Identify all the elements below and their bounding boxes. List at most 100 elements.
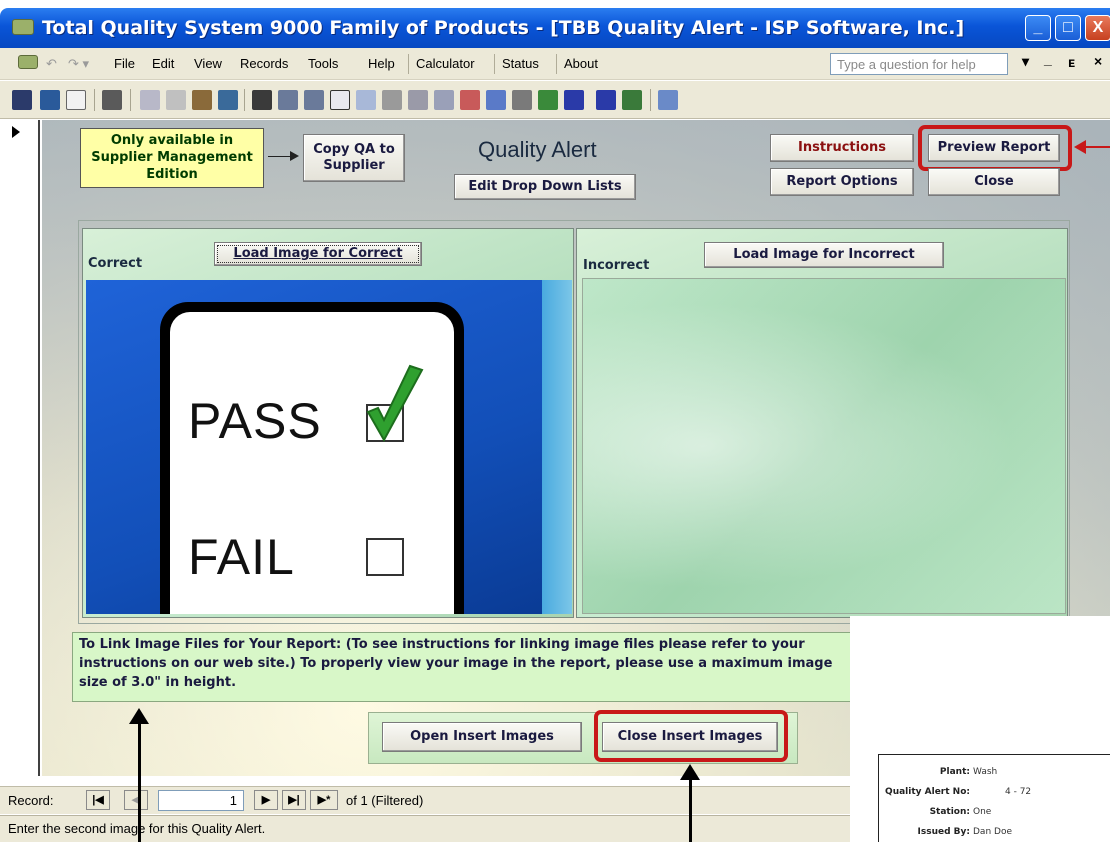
undo-icon[interactable]: ↶	[46, 56, 57, 72]
pass-fail-sign: PASS FAIL	[160, 302, 464, 614]
incorrect-image[interactable]	[582, 278, 1066, 614]
toolbar	[0, 81, 1110, 119]
pass-text: PASS	[188, 393, 322, 449]
minimize-button[interactable]: _	[1025, 15, 1051, 41]
toolbar-separator	[94, 89, 95, 111]
child-restore-button[interactable]: ᴇ	[1068, 54, 1075, 70]
copy-qa-to-supplier-button[interactable]: Copy QA to Supplier	[303, 134, 405, 182]
menu-tools[interactable]: Tools	[308, 56, 338, 71]
print-preview-icon[interactable]	[66, 90, 86, 110]
excel-export-icon[interactable]	[538, 90, 558, 110]
current-record-icon	[12, 126, 20, 138]
correct-image-edge	[542, 280, 572, 614]
fail-checkbox-icon	[366, 538, 404, 576]
save-icon[interactable]	[12, 90, 32, 110]
close-window-button[interactable]: X	[1085, 15, 1110, 41]
cut-icon[interactable]	[140, 90, 160, 110]
menu-records[interactable]: Records	[240, 56, 288, 71]
report-value: Wash	[973, 767, 998, 777]
open-insert-images-button[interactable]: Open Insert Images	[382, 722, 582, 752]
next-record-button[interactable]: ▶	[254, 790, 278, 810]
filter-by-form-icon[interactable]	[356, 90, 376, 110]
report-value: Dan Doe	[973, 827, 1012, 837]
menu-about[interactable]: About	[564, 56, 598, 71]
report-options-button[interactable]: Report Options	[770, 168, 914, 196]
form-title: Quality Alert	[478, 137, 597, 162]
child-minimize-button[interactable]: _	[1044, 51, 1052, 67]
remove-filter-icon[interactable]	[460, 90, 480, 110]
advanced-filter-icon[interactable]	[408, 90, 428, 110]
current-record-input[interactable]: 1	[158, 790, 244, 811]
copy-icon[interactable]	[166, 90, 186, 110]
last-record-button[interactable]: ▶|	[282, 790, 306, 810]
menu-bar: ↶ ↷ ▾ File Edit View Records Tools Help …	[0, 48, 1110, 80]
filter-selection-icon[interactable]	[382, 90, 402, 110]
filter-icon[interactable]	[330, 90, 350, 110]
open-book-icon[interactable]	[40, 90, 60, 110]
close-insert-pointer-head	[680, 764, 700, 780]
edit-drop-down-lists-button[interactable]: Edit Drop Down Lists	[454, 174, 636, 200]
paste-icon[interactable]	[192, 90, 212, 110]
menu-view[interactable]: View	[194, 56, 222, 71]
close-button[interactable]: Close	[928, 168, 1060, 196]
help-search-input[interactable]: Type a question for help	[830, 53, 1008, 75]
redo-icon[interactable]: ↷ ▾	[68, 56, 89, 72]
toolbar-separator	[130, 89, 131, 111]
menu-file[interactable]: File	[114, 56, 135, 71]
incorrect-label: Incorrect	[583, 258, 650, 273]
green-checkmark-icon	[366, 364, 424, 443]
spelling-icon[interactable]	[486, 90, 506, 110]
first-record-button[interactable]: |◀	[86, 790, 110, 810]
close-insert-pointer	[689, 778, 692, 842]
instructions-button[interactable]: Instructions	[770, 134, 914, 162]
preview-report-pointer-head	[1074, 140, 1086, 154]
word-export-icon[interactable]	[564, 90, 584, 110]
format-painter-icon[interactable]	[218, 90, 238, 110]
record-navigation: Record: |◀ ◀ 1 ▶ ▶| ▶* of 1 (Filtered)	[0, 786, 860, 814]
info-text-pointer-head	[129, 708, 149, 724]
record-selector[interactable]	[0, 120, 40, 776]
title-bar: Total Quality System 9000 Family of Prod…	[0, 8, 1110, 48]
maximize-button[interactable]: □	[1055, 15, 1081, 41]
autocorrect-icon[interactable]	[512, 90, 532, 110]
report-value: One	[973, 807, 992, 817]
menu-separator	[408, 54, 409, 74]
load-image-correct-button[interactable]: Load Image for Correct	[214, 242, 422, 266]
apply-filter-icon[interactable]	[434, 90, 454, 110]
status-bar: Enter the second image for this Quality …	[0, 815, 860, 842]
menu-separator	[556, 54, 557, 74]
note-arrow-head	[290, 151, 299, 161]
toolbar-separator	[244, 89, 245, 111]
report-label: Plant:	[939, 767, 970, 777]
word-merge-icon[interactable]	[596, 90, 616, 110]
sort-ascending-icon[interactable]	[278, 90, 298, 110]
preview-report-highlight	[918, 125, 1072, 171]
report-label: Station:	[929, 807, 970, 817]
note-arrow	[268, 156, 292, 157]
child-close-button[interactable]: ×	[1094, 53, 1102, 69]
help-dropdown-icon[interactable]: ▾	[1022, 53, 1029, 70]
menu-status[interactable]: Status	[502, 56, 539, 71]
new-record-button[interactable]: ▶*	[310, 790, 338, 810]
correct-image[interactable]: PASS FAIL	[86, 280, 542, 614]
new-record-icon[interactable]	[658, 90, 678, 110]
menu-help[interactable]: Help	[368, 56, 395, 71]
find-icon[interactable]	[252, 90, 272, 110]
toolbar-separator	[650, 89, 651, 111]
fail-text: FAIL	[188, 529, 295, 585]
load-image-incorrect-button[interactable]: Load Image for Incorrect	[704, 242, 944, 268]
analyze-icon[interactable]	[622, 90, 642, 110]
report-value: 4 - 72	[1005, 787, 1032, 797]
correct-label: Correct	[88, 256, 143, 271]
close-insert-images-highlight	[594, 710, 788, 762]
sign-face: PASS FAIL	[170, 312, 454, 614]
app-icon	[12, 19, 34, 35]
previous-record-button[interactable]: ◀	[124, 790, 148, 810]
menu-separator	[494, 54, 495, 74]
menu-calculator[interactable]: Calculator	[416, 56, 475, 71]
print-icon[interactable]	[102, 90, 122, 110]
window-title: Total Quality System 9000 Family of Prod…	[42, 17, 965, 39]
sort-descending-icon[interactable]	[304, 90, 324, 110]
record-label: Record:	[8, 793, 54, 808]
menu-edit[interactable]: Edit	[152, 56, 174, 71]
